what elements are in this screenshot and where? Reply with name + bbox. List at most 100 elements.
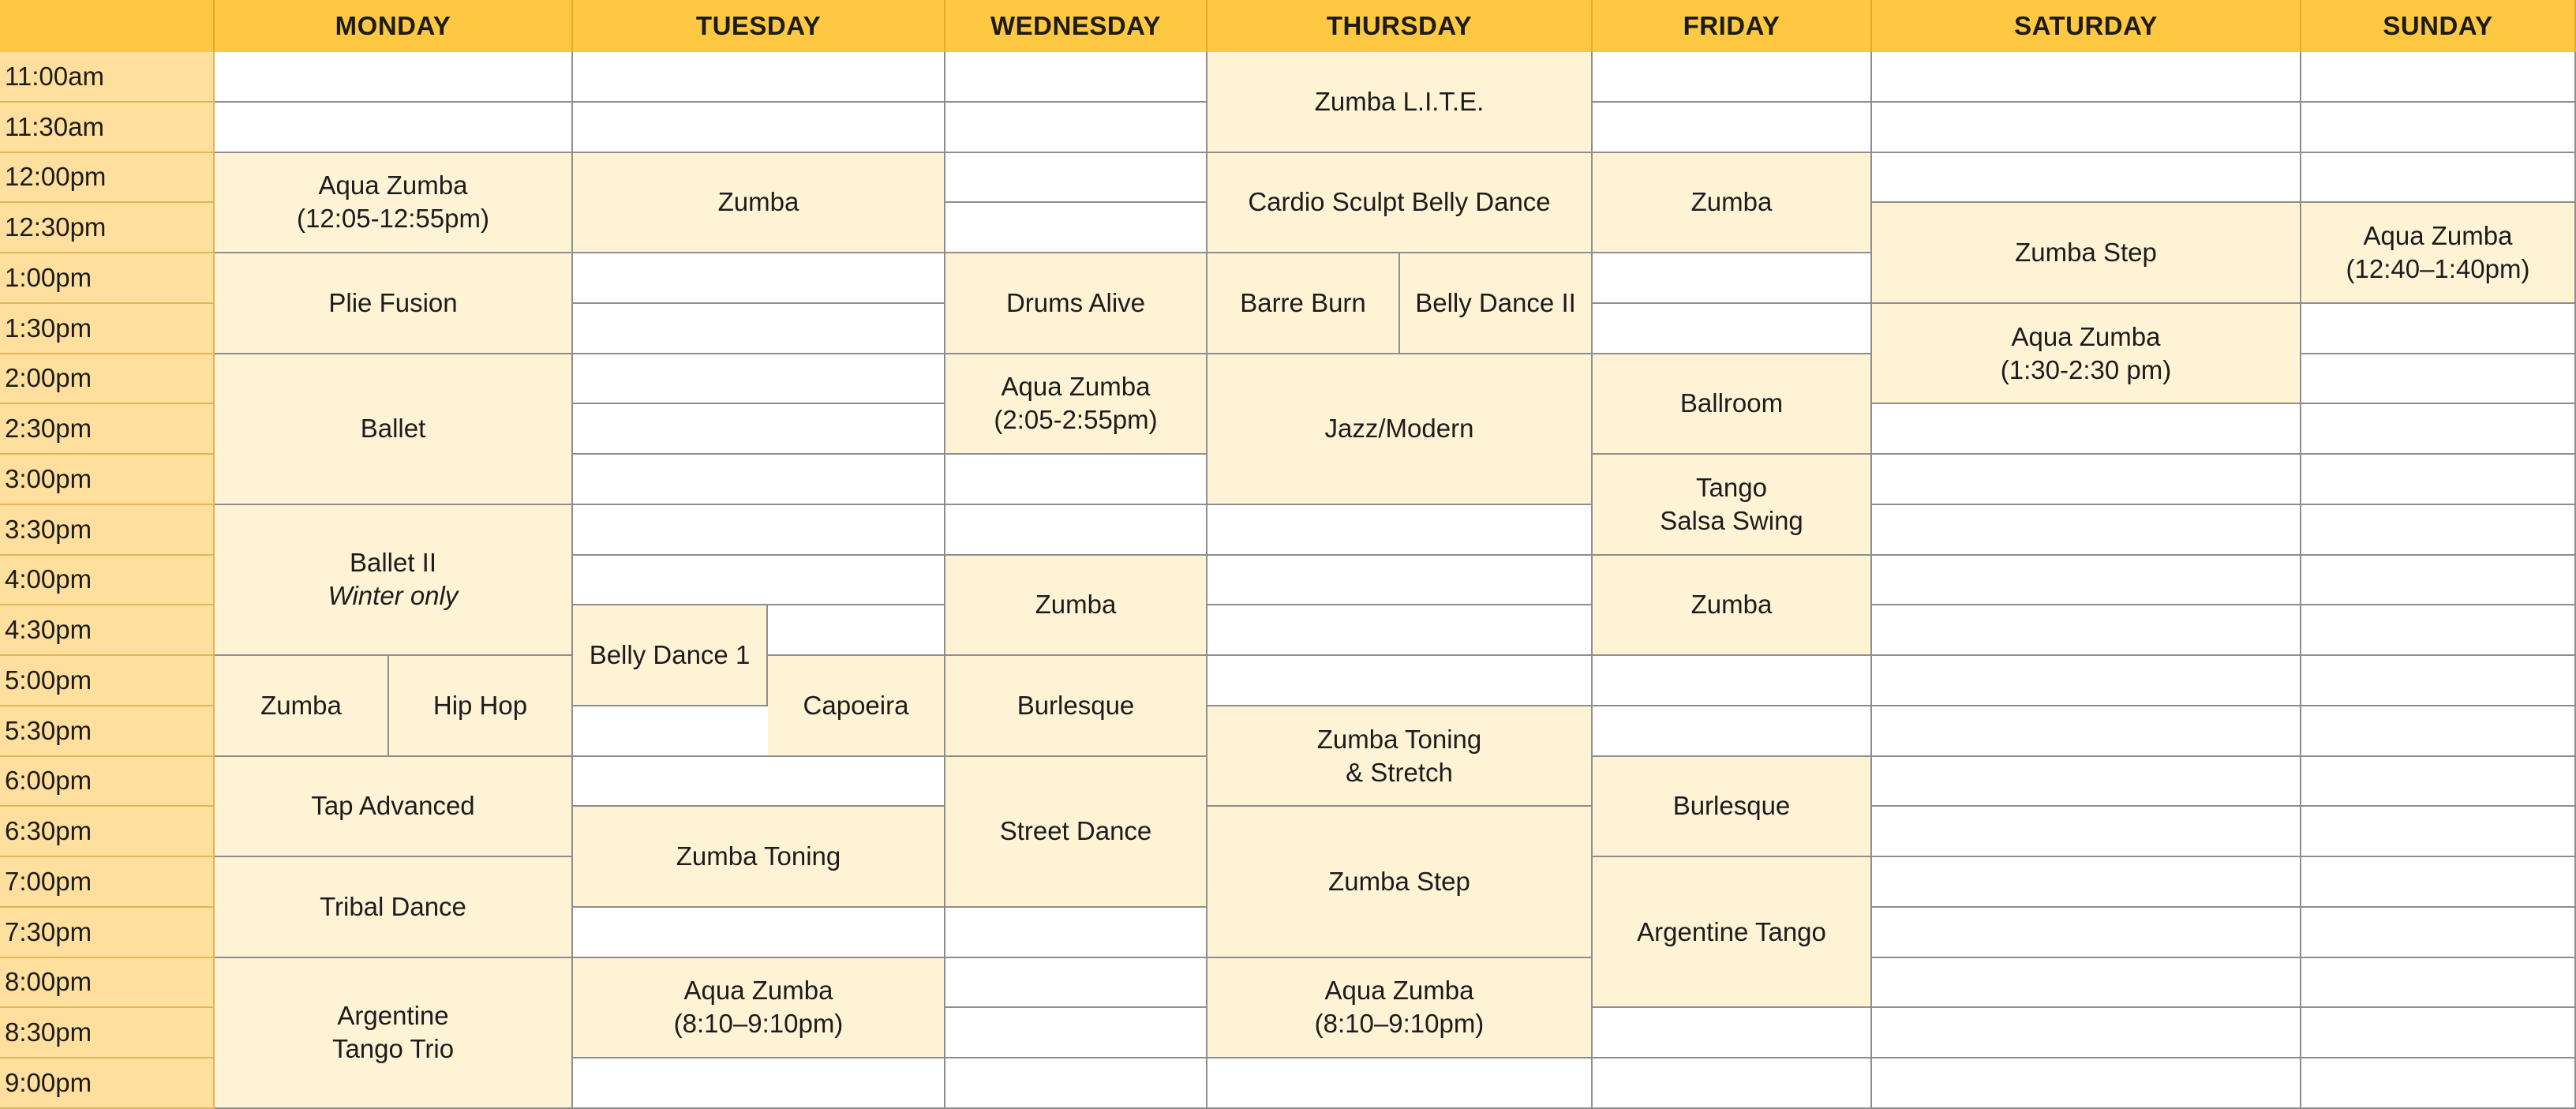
class-block[interactable]: Aqua Zumba (12:05-12:55pm)	[215, 152, 573, 253]
empty-slot	[1593, 706, 1872, 757]
class-block[interactable]: Ballet II Winter only	[215, 504, 573, 656]
time-label: 6:30pm	[0, 807, 215, 857]
class-block[interactable]: Cardio Sculpt Belly Dance	[1208, 152, 1593, 253]
empty-slot	[1872, 706, 2301, 757]
class-name: Aqua Zumba	[1324, 976, 1474, 1006]
class-detail: Tango Trio	[331, 1034, 455, 1064]
class-block[interactable]: Zumba Step	[1872, 203, 2301, 304]
time-label: 11:00am	[0, 52, 215, 103]
empty-slot	[1872, 605, 2301, 656]
class-name: Tribal Dance	[320, 891, 466, 921]
empty-slot	[2301, 102, 2576, 153]
empty-slot	[1872, 857, 2301, 908]
class-block[interactable]: Aqua Zumba (2:05-2:55pm)	[945, 354, 1208, 455]
class-block[interactable]: Argentine Tango	[1593, 857, 1872, 1009]
empty-slot	[573, 756, 945, 807]
class-block[interactable]: Zumba	[573, 152, 945, 253]
class-block[interactable]: Zumba	[215, 656, 389, 757]
empty-slot	[945, 203, 1208, 253]
empty-slot	[215, 52, 573, 103]
empty-slot	[1593, 656, 1872, 706]
class-block[interactable]: Belly Dance II	[1400, 253, 1593, 354]
class-name: Zumba Toning	[1316, 724, 1482, 754]
empty-slot	[1593, 1058, 1872, 1109]
class-block[interactable]: Drums Alive	[945, 253, 1208, 354]
empty-slot	[2301, 455, 2576, 505]
empty-slot	[1872, 52, 2301, 103]
time-label: 2:00pm	[0, 354, 215, 405]
class-block[interactable]: Zumba	[1593, 555, 1872, 656]
class-block[interactable]: Zumba Toning & Stretch	[1208, 706, 1593, 807]
class-name: Aqua Zumba	[1001, 372, 1151, 402]
class-name: Drums Alive	[1005, 287, 1146, 317]
day-header-saturday: SATURDAY	[1872, 0, 2301, 52]
empty-slot	[2301, 1058, 2576, 1109]
empty-slot	[573, 455, 945, 505]
empty-slot	[2301, 857, 2576, 908]
day-header-sunday: SUNDAY	[2301, 0, 2576, 52]
class-block[interactable]: Tribal Dance	[215, 857, 573, 958]
class-block[interactable]: Tango Salsa Swing	[1593, 455, 1872, 556]
class-block[interactable]: Plie Fusion	[215, 253, 573, 354]
class-block[interactable]: Aqua Zumba (1:30-2:30 pm)	[1872, 303, 2301, 405]
class-detail: (12:40–1:40pm)	[2346, 254, 2530, 283]
class-block[interactable]: Zumba	[1593, 152, 1872, 253]
empty-slot	[1872, 756, 2301, 807]
class-block[interactable]: Burlesque	[1593, 756, 1872, 857]
class-block[interactable]: Zumba Step	[1208, 807, 1593, 958]
empty-slot	[1593, 52, 1872, 103]
class-block[interactable]: Hip Hop	[389, 656, 573, 757]
class-name: Tap Advanced	[311, 791, 475, 821]
time-label: 3:30pm	[0, 504, 215, 556]
time-label: 8:00pm	[0, 957, 215, 1009]
empty-slot	[1872, 957, 2301, 1009]
empty-slot	[2301, 605, 2576, 656]
time-label: 12:00pm	[0, 152, 215, 204]
class-name: Ballet II	[349, 548, 437, 578]
empty-slot	[1872, 1008, 2301, 1058]
class-block[interactable]: Zumba	[945, 555, 1208, 656]
class-block[interactable]: Tap Advanced	[215, 756, 573, 857]
class-block[interactable]: Aqua Zumba (8:10–9:10pm)	[573, 957, 945, 1058]
class-name: Aqua Zumba	[2011, 321, 2161, 351]
time-label: 9:00pm	[0, 1058, 215, 1109]
class-block[interactable]: Zumba L.I.T.E.	[1208, 52, 1593, 153]
class-block[interactable]: Ballet	[215, 354, 573, 505]
class-block[interactable]: Aqua Zumba (8:10–9:10pm)	[1208, 957, 1593, 1058]
class-name: Burlesque	[1017, 690, 1135, 720]
class-name: Jazz/Modern	[1324, 414, 1474, 444]
empty-slot	[1208, 1058, 1593, 1109]
class-detail: (2:05-2:55pm)	[994, 405, 1158, 435]
class-name: Zumba Step	[1328, 866, 1470, 896]
class-detail: (12:05-12:55pm)	[297, 204, 489, 234]
class-name: Zumba Step	[2015, 238, 2157, 268]
empty-slot	[1593, 102, 1872, 153]
class-note: Winter only	[328, 581, 459, 611]
class-block[interactable]: Ballroom	[1593, 354, 1872, 455]
class-block[interactable]: Street Dance	[945, 756, 1208, 908]
empty-slot	[945, 957, 1208, 1009]
class-detail: & Stretch	[1346, 757, 1453, 787]
class-name: Zumba	[260, 690, 342, 720]
empty-slot	[573, 907, 945, 958]
class-block[interactable]: Burlesque	[945, 656, 1208, 757]
empty-slot	[1872, 907, 2301, 958]
class-block[interactable]: Capoeira	[768, 656, 945, 757]
class-block[interactable]: Zumba Toning	[573, 807, 945, 908]
class-detail: (1:30-2:30 pm)	[2000, 354, 2172, 384]
empty-slot	[215, 102, 573, 153]
empty-slot	[1593, 303, 1872, 354]
class-block[interactable]: Argentine Tango Trio	[215, 957, 573, 1109]
empty-slot	[2301, 957, 2576, 1009]
class-name: Burlesque	[1672, 791, 1791, 821]
class-block[interactable]: Belly Dance 1	[573, 605, 768, 706]
class-block[interactable]: Barre Burn	[1208, 253, 1400, 354]
class-name: Zumba	[717, 187, 799, 217]
class-block[interactable]: Aqua Zumba (12:40–1:40pm)	[2301, 203, 2576, 304]
class-block[interactable]: Jazz/Modern	[1208, 354, 1593, 505]
empty-slot	[945, 504, 1208, 556]
empty-slot	[2301, 52, 2576, 103]
class-detail: (8:10–9:10pm)	[1314, 1009, 1485, 1039]
empty-slot	[1208, 555, 1593, 606]
empty-slot	[1872, 555, 2301, 606]
